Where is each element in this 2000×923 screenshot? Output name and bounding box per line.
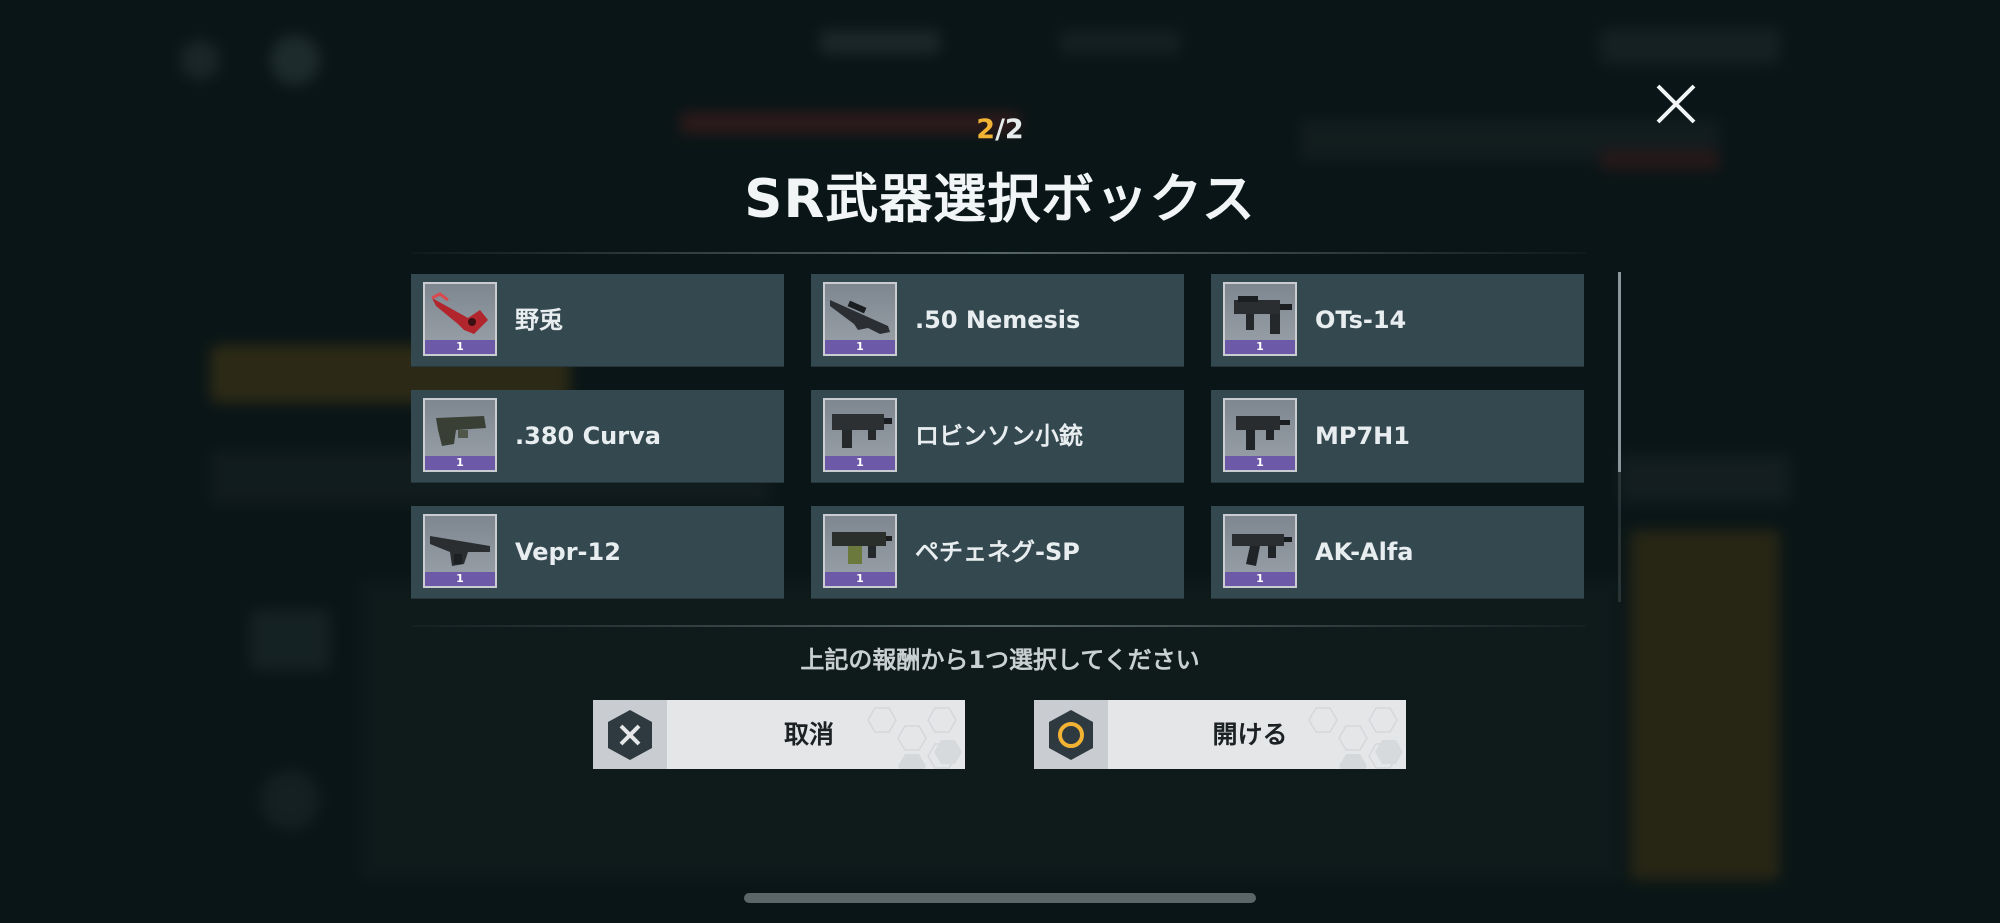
dialog-title: SR武器選択ボックス bbox=[744, 169, 1256, 230]
weapon-name: ロビンソン小銃 bbox=[915, 422, 1083, 450]
weapon-thumbnail: 1 bbox=[423, 282, 497, 356]
footer-divider bbox=[412, 625, 1586, 627]
weapon-grid: 1 野兎 1 .50 Nemesis 1 OTs-14 1 .380 Curva… bbox=[411, 274, 1584, 599]
scrollbar-thumb[interactable] bbox=[1618, 272, 1621, 472]
item-quantity: 1 bbox=[456, 340, 464, 353]
weapon-item[interactable]: 1 AK-Alfa bbox=[1211, 506, 1584, 599]
item-quantity: 1 bbox=[1256, 456, 1264, 469]
item-quantity: 1 bbox=[456, 456, 464, 469]
sniper-rifle-icon bbox=[830, 300, 890, 334]
weapon-item[interactable]: 1 ロビンソン小銃 bbox=[811, 390, 1184, 483]
counter-total: /2 bbox=[995, 114, 1024, 145]
weapon-name: ペチェネグ-SP bbox=[915, 538, 1080, 566]
machine-gun-icon bbox=[832, 532, 892, 564]
smg-icon bbox=[1236, 416, 1290, 450]
item-quantity: 1 bbox=[1256, 572, 1264, 585]
assault-rifle-icon bbox=[1234, 296, 1292, 334]
weapon-name: .380 Curva bbox=[515, 422, 661, 450]
cancel-button[interactable]: 取消 bbox=[593, 700, 965, 769]
item-quantity: 1 bbox=[856, 456, 864, 469]
weapon-item[interactable]: 1 .50 Nemesis bbox=[811, 274, 1184, 367]
open-button-label: 開ける bbox=[1212, 720, 1288, 749]
weapon-item[interactable]: 1 Vepr-12 bbox=[411, 506, 784, 599]
weapon-thumbnail: 1 bbox=[823, 282, 897, 356]
selection-counter: 2/2 bbox=[0, 114, 2000, 145]
weapon-name: AK-Alfa bbox=[1315, 538, 1414, 566]
weapon-thumbnail: 1 bbox=[823, 398, 897, 472]
item-quantity: 1 bbox=[856, 572, 864, 585]
weapon-name: MP7H1 bbox=[1315, 422, 1410, 450]
weapon-thumbnail: 1 bbox=[1223, 514, 1297, 588]
weapon-item[interactable]: 1 OTs-14 bbox=[1211, 274, 1584, 367]
item-quantity: 1 bbox=[1256, 340, 1264, 353]
o-circle-icon bbox=[1049, 710, 1093, 760]
weapon-thumbnail: 1 bbox=[423, 514, 497, 588]
pistol-icon bbox=[436, 416, 486, 446]
x-circle-icon bbox=[608, 710, 652, 760]
cancel-button-label: 取消 bbox=[783, 720, 834, 749]
home-indicator[interactable] bbox=[744, 893, 1256, 903]
item-quantity: 1 bbox=[856, 340, 864, 353]
weapon-name: Vepr-12 bbox=[515, 538, 621, 566]
carbine-icon bbox=[832, 414, 892, 448]
shotgun-icon bbox=[430, 536, 490, 566]
weapon-name: .50 Nemesis bbox=[915, 306, 1081, 334]
item-quantity: 1 bbox=[456, 572, 464, 585]
weapon-name: OTs-14 bbox=[1315, 306, 1407, 334]
weapon-item[interactable]: 1 ペチェネグ-SP bbox=[811, 506, 1184, 599]
weapon-item[interactable]: 1 MP7H1 bbox=[1211, 390, 1584, 483]
weapon-thumbnail: 1 bbox=[1223, 398, 1297, 472]
weapon-item[interactable]: 1 .380 Curva bbox=[411, 390, 784, 483]
grid-scrollbar[interactable] bbox=[1618, 272, 1621, 602]
weapon-thumbnail: 1 bbox=[423, 398, 497, 472]
weapon-item[interactable]: 1 野兎 bbox=[411, 274, 784, 367]
header-divider bbox=[412, 252, 1586, 254]
open-button[interactable]: 開ける bbox=[1034, 700, 1406, 769]
selection-instruction: 上記の報酬から1つ選択してください bbox=[800, 646, 1200, 674]
counter-current: 2 bbox=[976, 114, 996, 145]
weapon-name: 野兎 bbox=[515, 306, 563, 334]
weapon-thumbnail: 1 bbox=[1223, 282, 1297, 356]
red-pistol-icon bbox=[431, 292, 488, 334]
weapon-thumbnail: 1 bbox=[823, 514, 897, 588]
ak-rifle-icon bbox=[1232, 534, 1292, 566]
